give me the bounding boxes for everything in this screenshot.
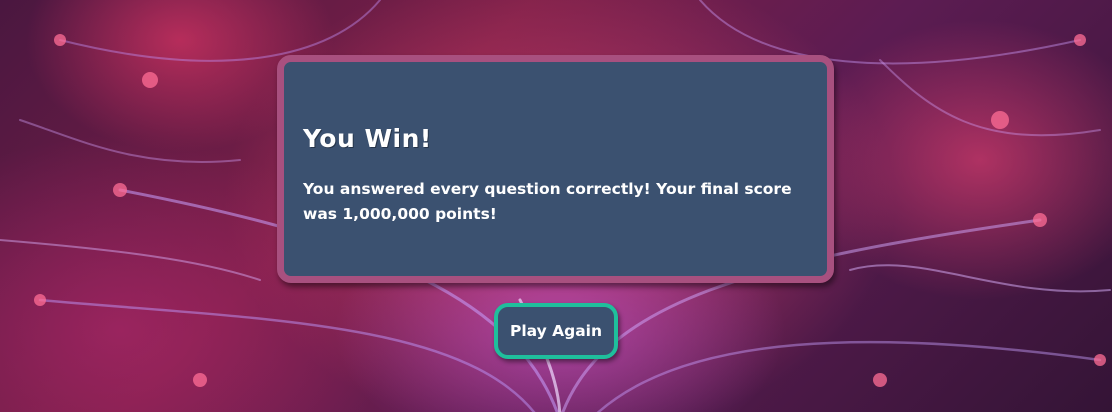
- result-message: You answered every question correctly! Y…: [303, 180, 792, 223]
- result-title: You Win!: [303, 124, 432, 153]
- result-dialog: You Win! You answered every question cor…: [277, 55, 834, 283]
- play-again-button[interactable]: Play Again: [494, 303, 618, 359]
